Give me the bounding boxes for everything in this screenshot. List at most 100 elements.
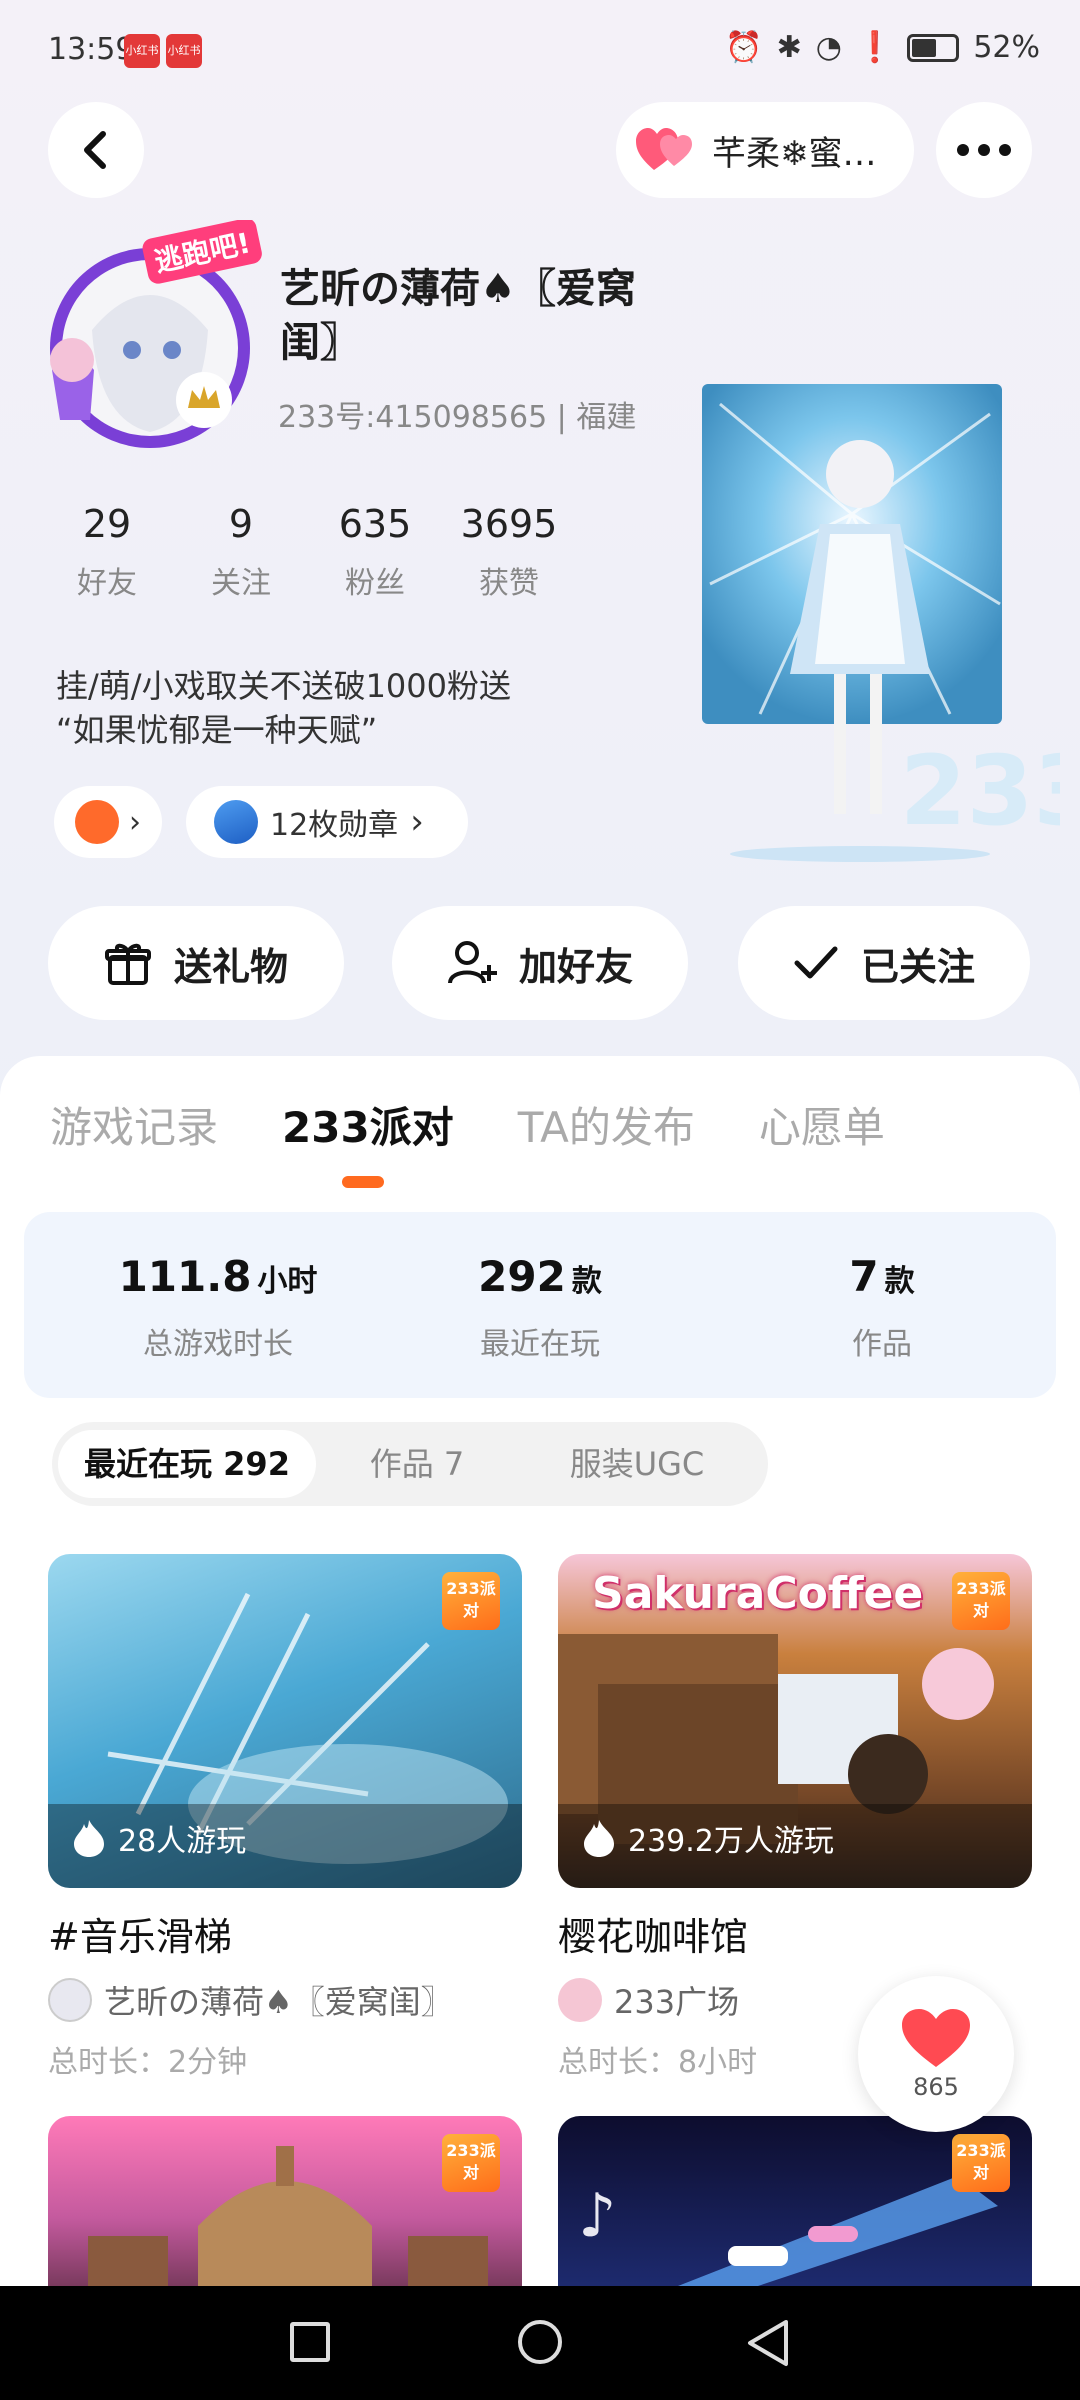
stat-following[interactable]: 9 关注: [174, 502, 308, 602]
home-button[interactable]: [518, 2320, 562, 2364]
status-bar: 13:59 小红书 小红书 ⏰ ✱ ◔ ❗ 52%: [0, 0, 1080, 100]
summary-label: 总游戏时长: [143, 1327, 293, 1362]
add-friend-button[interactable]: 加好友: [392, 906, 688, 1020]
players-label: 239.2万人游玩: [628, 1824, 834, 1859]
party-tag: 233派对: [952, 1572, 1010, 1630]
filter-segment: 最近在玩 292 作品 7 服装UGC: [52, 1422, 768, 1506]
profile-id-location: 233号:415098565 | 福建: [278, 400, 637, 435]
alarm-icon: ⏰: [725, 30, 763, 65]
bio-line: 挂/萌/小戏取关不送破1000粉送: [56, 667, 512, 705]
add-user-icon: [447, 941, 497, 984]
alert-icon: ❗: [855, 30, 894, 65]
app-badge: 小红书: [124, 34, 160, 68]
game-author[interactable]: 艺昕の薄荷♠〖爱窝闺〗: [48, 1977, 522, 2023]
send-gift-button[interactable]: 送礼物: [48, 906, 344, 1020]
flame-icon: [74, 1820, 104, 1857]
author-avatar: [48, 1978, 92, 2022]
status-icons: ⏰ ✱ ◔ ❗ 52%: [725, 30, 1040, 65]
summary-value: 7: [849, 1252, 879, 1301]
medals-label: 12枚勋章: [270, 808, 399, 843]
players-count: 28人游玩: [72, 1816, 246, 1860]
summary-total-time: 111.8 小时 总游戏时长: [58, 1252, 378, 1363]
avatar-3d-figure[interactable]: 233: [700, 384, 1080, 864]
chevron-right-icon: ›: [129, 804, 141, 840]
play-summary: 111.8 小时 总游戏时长 292 款 最近在玩 7款 作品: [24, 1212, 1056, 1398]
intimate-friend-name: 芊柔❄蜜…: [712, 133, 877, 174]
double-heart-icon: [636, 128, 692, 170]
stat-likes[interactable]: 3695 获赞: [442, 502, 576, 602]
followed-button[interactable]: 已关注: [738, 906, 1030, 1020]
stat-value: 9: [228, 502, 254, 546]
party-tag: 233派对: [442, 2134, 500, 2192]
more-dots-icon: [957, 144, 1011, 156]
stat-label: 好友: [77, 566, 137, 601]
app-badge: 小红书: [166, 34, 202, 68]
game-title: #音乐滑梯: [48, 1915, 232, 1959]
stat-friends[interactable]: 29 好友: [40, 502, 174, 602]
game-card[interactable]: 233派对 28人游玩 #音乐滑梯 艺昕の薄荷♠〖爱窝闺〗 总时长：2分钟: [48, 1554, 522, 2081]
summary-unit: 款: [884, 1264, 915, 1299]
check-icon: [794, 946, 838, 979]
tab-posts[interactable]: TA的发布: [518, 1094, 695, 1155]
game-card[interactable]: 233派对: [48, 2116, 522, 2286]
game-card[interactable]: ♪ 233派对: [558, 2116, 1032, 2286]
add-friend-label: 加好友: [518, 944, 633, 989]
like-button[interactable]: 865: [858, 1976, 1014, 2132]
stat-value: 29: [82, 502, 132, 546]
group-icon: [75, 800, 119, 844]
party-tag: 233派对: [442, 1572, 500, 1630]
recent-apps-button[interactable]: [290, 2322, 330, 2362]
figure-watermark: 233: [900, 735, 1060, 847]
gift-icon: [104, 943, 151, 985]
profile-tabs: 游戏记录 233派对 TA的发布 心愿单: [50, 1094, 949, 1155]
filter-ugc[interactable]: 服装UGC: [522, 1430, 752, 1498]
game-thumbnail: ♪ 233派对: [558, 2116, 1032, 2286]
tab-233-party[interactable]: 233派对: [282, 1094, 454, 1155]
game-thumbnail: 233派对: [48, 2116, 522, 2286]
profile-name: 艺昕の薄荷♠〖爱窝闺〗: [280, 266, 636, 366]
battery-percent: 52%: [973, 30, 1040, 65]
game-title: 樱花咖啡馆: [558, 1915, 749, 1959]
stat-label: 获赞: [479, 566, 539, 601]
bluetooth-icon: ✱: [776, 30, 802, 65]
send-gift-label: 送礼物: [173, 944, 288, 989]
avatar[interactable]: 逃跑吧!: [32, 218, 262, 460]
summary-label: 最近在玩: [480, 1327, 600, 1362]
profile-stats: 29 好友 9 关注 635 粉丝 3695 获赞: [40, 502, 576, 602]
filter-recent[interactable]: 最近在玩 292: [58, 1430, 316, 1498]
summary-unit: 小时: [257, 1264, 318, 1299]
status-time: 13:59: [48, 32, 135, 67]
filter-works[interactable]: 作品 7: [332, 1430, 502, 1498]
chevron-right-icon: ›: [410, 802, 424, 842]
medal-icon: [214, 800, 258, 844]
heart-icon: [902, 2009, 970, 2067]
battery-icon: [907, 33, 960, 62]
medals-button[interactable]: 12枚勋章 ›: [186, 786, 468, 858]
game-thumbnail: SakuraCoffee 233派对 239.2万人游玩: [558, 1554, 1032, 1888]
wifi-icon: ◔: [815, 30, 842, 65]
more-button[interactable]: [936, 102, 1032, 198]
players-label: 28人游玩: [118, 1824, 247, 1859]
summary-value: 111.8: [118, 1252, 252, 1301]
back-button[interactable]: [48, 102, 144, 198]
game-duration: 总时长：2分钟: [48, 2045, 248, 2080]
tab-game-records[interactable]: 游戏记录: [50, 1094, 218, 1155]
intimate-friend-pill[interactable]: 芊柔❄蜜…: [616, 102, 914, 198]
stat-label: 关注: [211, 566, 271, 601]
bio-line: “如果忧郁是一种天赋”: [56, 711, 378, 749]
players-count: 239.2万人游玩: [582, 1816, 834, 1860]
game-banner-text: SakuraCoffee: [592, 1568, 924, 1619]
tab-wishlist[interactable]: 心愿单: [759, 1094, 885, 1155]
stat-fans[interactable]: 635 粉丝: [308, 502, 442, 602]
stat-value: 635: [338, 502, 412, 546]
stat-value: 3695: [460, 502, 558, 546]
active-tab-indicator: [342, 1176, 384, 1188]
chevron-left-icon: [84, 131, 106, 169]
back-nav-button[interactable]: [746, 2318, 790, 2368]
author-name: 233广场: [614, 1983, 740, 2021]
stat-label: 粉丝: [345, 566, 405, 601]
profile-bio: 挂/萌/小戏取关不送破1000粉送 “如果忧郁是一种天赋”: [56, 664, 676, 752]
badge-entry-button[interactable]: ›: [54, 786, 162, 858]
game-thumbnail: 233派对 28人游玩: [48, 1554, 522, 1888]
author-avatar: [558, 1978, 602, 2022]
